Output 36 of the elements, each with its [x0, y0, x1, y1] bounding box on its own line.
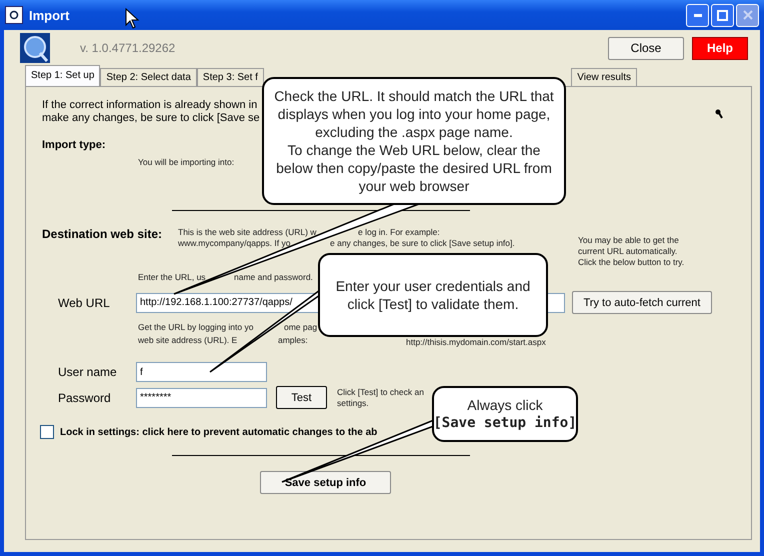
callout-text: Check the URL. It should match the URL that [274, 87, 554, 105]
hint-text: Enter the URL, us [138, 272, 206, 283]
example-url: http://thisis.mydomain.com/start.aspx [406, 337, 547, 348]
hint-text: e log in. For example: [358, 227, 440, 238]
note-text: You will be importing into: [138, 157, 234, 168]
callout-text: below then copy/paste the desired URL from [276, 159, 552, 177]
window-title: Import [29, 8, 70, 22]
callout-text: your web browser [358, 177, 470, 195]
hint-text: amples: [278, 335, 308, 346]
hint-text: ome pag [284, 322, 318, 333]
hint-text: settings. [337, 398, 370, 408]
callout-text: excluding the .aspx page name. [315, 123, 513, 141]
hint-text: current URL automatically. [578, 246, 678, 257]
hint-text: web site address (URL). E [138, 335, 238, 346]
hint-text: Click [Test] to check an [337, 386, 424, 398]
section-heading: Destination web site: [42, 227, 164, 241]
callout-text: Always click [467, 396, 543, 414]
hint-text: www.mycompany/qapps. If yo [178, 238, 290, 249]
hint-text: Click the below button to try. [578, 257, 684, 268]
hint-text: This is the web site address (URL) w [178, 227, 316, 238]
version-text: v. 1.0.4771.29262 [80, 41, 176, 55]
hint-text: name and password. [234, 272, 313, 283]
field-label: Web URL [58, 296, 111, 310]
hint-text: e any changes, be sure to click [Save setup info]. [330, 238, 515, 249]
callout-text: click [Test] to validate them. [347, 295, 519, 313]
callout-text: displays when you log into your home page, [278, 105, 550, 123]
hint-text: You may be able to get the [578, 235, 680, 246]
field-label: Password [58, 390, 112, 404]
callout-text: To change the Web URL below, clear the [288, 141, 540, 159]
field-label: User name [58, 365, 118, 379]
intro-text: make any changes, be sure to click [Save se [42, 112, 260, 125]
intro-text: If the correct information is already shown in [42, 99, 258, 112]
section-heading: Import type: [42, 139, 106, 151]
callout-text: [Save setup info] [433, 414, 577, 432]
hint-text: Get the URL by logging into yo [138, 322, 254, 333]
callout-text: Enter your user credentials and [336, 277, 530, 295]
